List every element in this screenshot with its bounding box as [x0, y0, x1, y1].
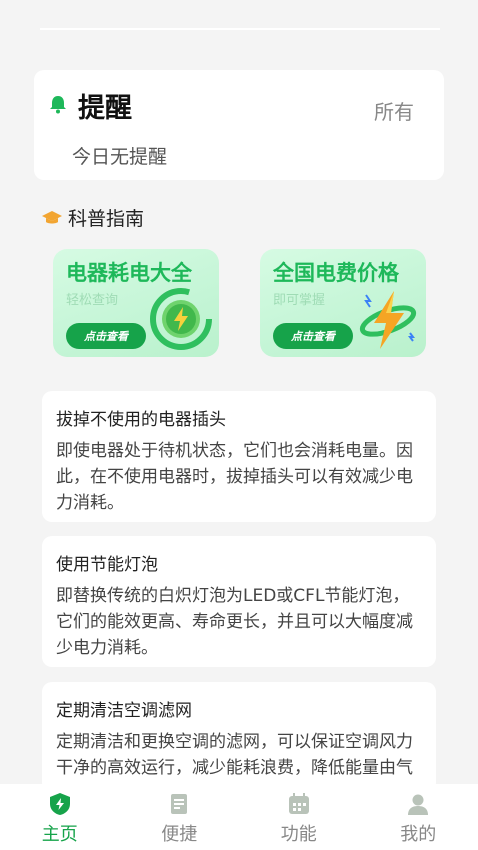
tab-functions[interactable]: 功能: [239, 784, 359, 850]
calendar-icon: [288, 793, 309, 814]
tip-body: 即使电器处于待机状态，它们也会消耗电量。因此，在不使用电器时，拔掉插头可以有效减…: [56, 441, 413, 513]
tab-label: 便捷: [161, 824, 198, 845]
tab-shortcuts[interactable]: 便捷: [120, 784, 240, 850]
reminder-title: 提醒: [78, 93, 132, 124]
note-icon: [171, 794, 188, 814]
promo-subtitle: 轻松查询: [66, 293, 119, 308]
tab-home[interactable]: 主页: [0, 784, 120, 850]
reminder-card: 提醒 所有 今日无提醒: [34, 70, 444, 180]
tip-title: 使用节能灯泡: [56, 555, 158, 575]
tab-label: 主页: [41, 824, 78, 845]
energy-cycle-icon: [150, 288, 212, 350]
promo-title: 电器耗电大全: [66, 261, 192, 285]
electricity-price-card[interactable]: 全国电费价格 即可掌握 点击查看: [260, 249, 426, 357]
bottom-tab-bar: 主页 便捷 功能 我的: [0, 784, 478, 850]
top-divider: [40, 28, 440, 30]
reminder-all-link[interactable]: 所有: [374, 96, 414, 125]
tip-title: 拔掉不使用的电器插头: [56, 410, 226, 430]
tip-body: 定期清洁和更换空调的滤网，可以保证空调风力干净的高效运行，减少能耗浪费，降低能量…: [56, 732, 413, 792]
view-button[interactable]: 点击查看: [66, 323, 146, 349]
tip-card[interactable]: 使用节能灯泡 即替换传统的白炽灯泡为LED或CFL节能灯泡，它们的能效更高、寿命…: [42, 536, 436, 667]
science-section-title: 科普指南: [68, 208, 145, 230]
tab-mine[interactable]: 我的: [359, 784, 478, 850]
tip-body: 即替换传统的白炽灯泡为LED或CFL节能灯泡，它们的能效更高、寿命更长，并且可以…: [56, 586, 413, 658]
appliance-consumption-card[interactable]: 电器耗电大全 轻松查询 点击查看: [53, 249, 219, 357]
promo-title: 全国电费价格: [273, 261, 399, 285]
tip-card[interactable]: 拔掉不使用的电器插头 即使电器处于待机状态，它们也会消耗电量。因此，在不使用电器…: [42, 391, 436, 522]
shield-bolt-icon: [49, 793, 70, 815]
tip-title: 定期清洁空调滤网: [56, 701, 192, 721]
science-section-header: 科普指南: [42, 204, 144, 231]
view-button[interactable]: 点击查看: [273, 323, 353, 349]
lightning-bolt-icon: [359, 291, 417, 349]
tab-label: 我的: [400, 824, 437, 845]
person-icon: [408, 794, 429, 815]
tab-label: 功能: [280, 824, 317, 845]
bell-icon: [50, 96, 66, 114]
reminder-empty-text: 今日无提醒: [72, 146, 168, 168]
tip-card[interactable]: 定期清洁空调滤网 定期清洁和更换空调的滤网，可以保证空调风力干净的高效运行，减少…: [42, 682, 436, 792]
promo-subtitle: 即可掌握: [273, 293, 326, 308]
graduation-cap-icon: [42, 210, 62, 223]
